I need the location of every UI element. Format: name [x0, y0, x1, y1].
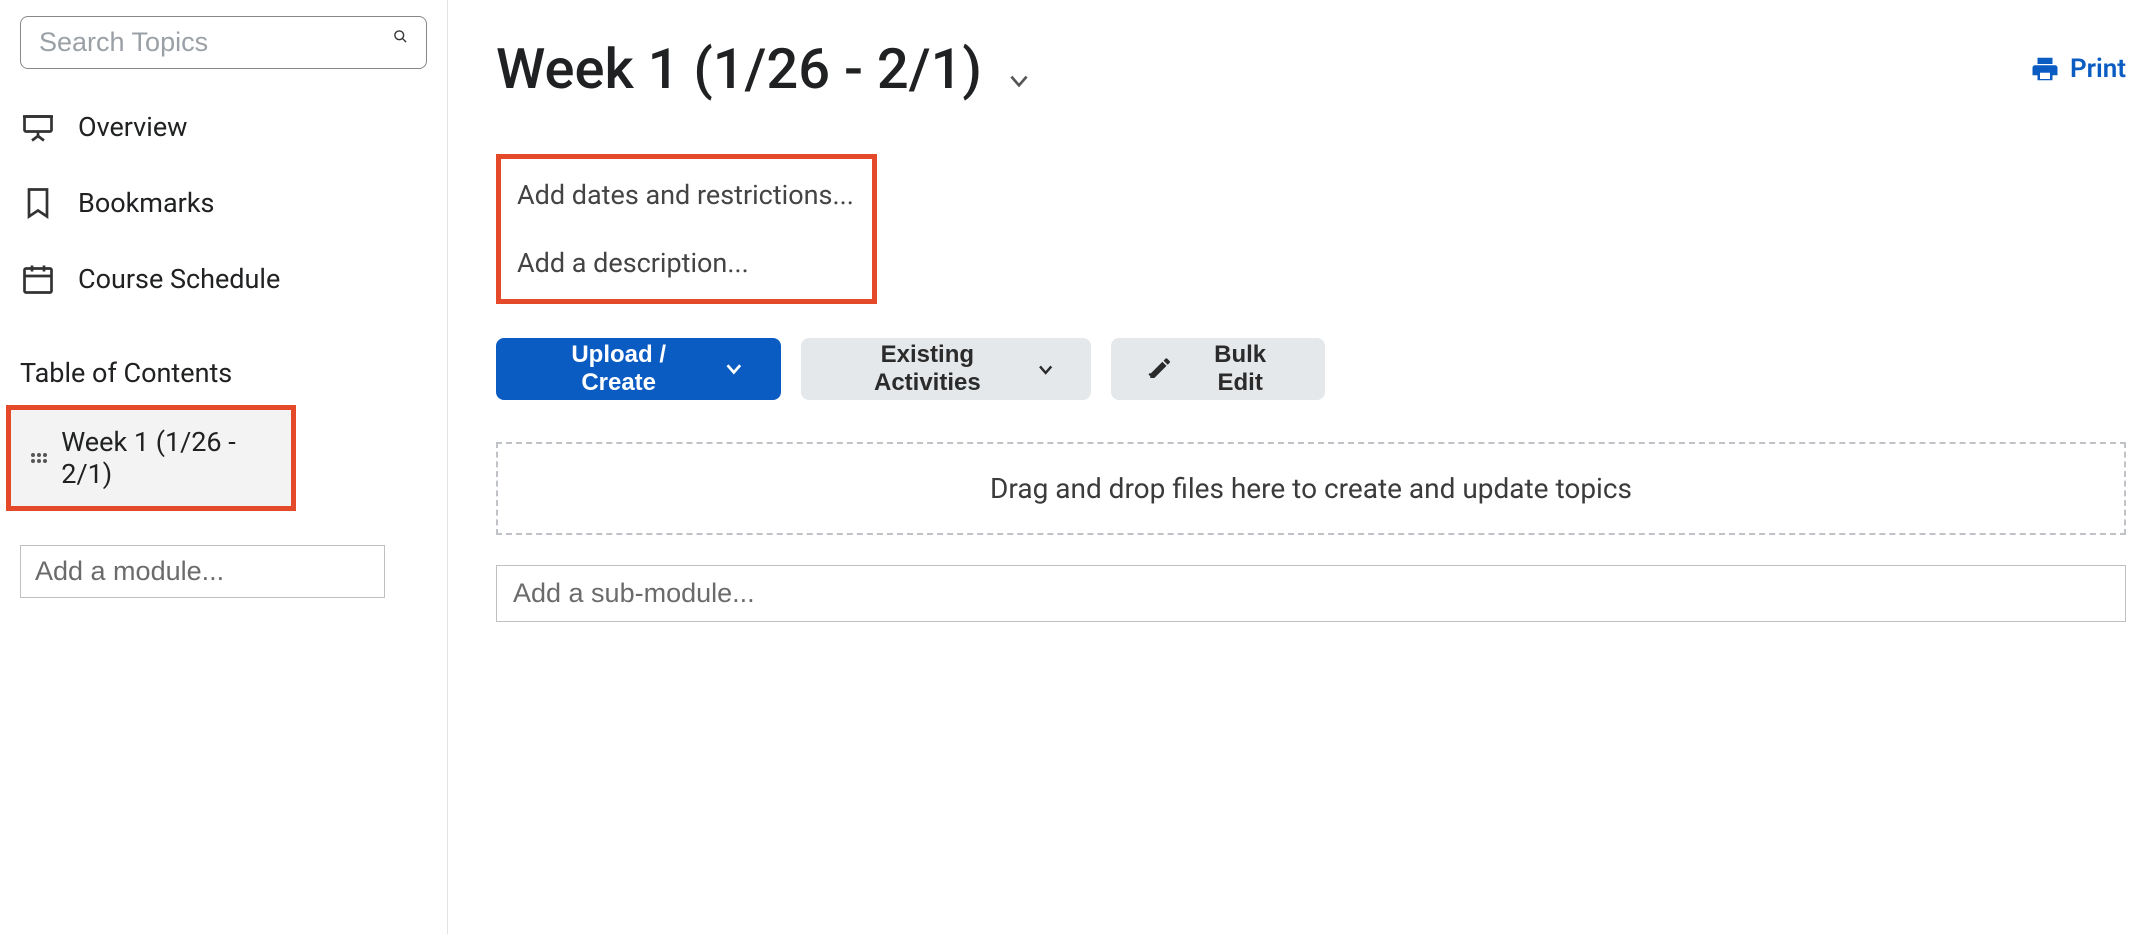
add-submodule-input[interactable] [496, 565, 2126, 622]
print-icon [2030, 54, 2060, 84]
nav-label: Course Schedule [78, 263, 280, 295]
add-dates-button[interactable]: Add dates and restrictions... [517, 179, 854, 211]
existing-activities-button[interactable]: Existing Activities [801, 338, 1091, 400]
chevron-down-icon [1036, 358, 1055, 380]
upload-create-button[interactable]: Upload / Create [496, 338, 781, 400]
page-title[interactable]: Week 1 (1/26 - 2/1) [496, 36, 982, 102]
button-label: Upload / Create [532, 341, 705, 397]
search-icon[interactable] [393, 29, 408, 57]
sidebar: Overview Bookmarks Course Schedule Table… [0, 0, 448, 934]
add-description-button[interactable]: Add a description... [517, 247, 854, 279]
chevron-down-icon [723, 358, 745, 380]
drag-handle-icon[interactable] [31, 453, 47, 463]
nav-label: Overview [78, 111, 187, 143]
add-module-input[interactable] [20, 545, 385, 598]
nav-label: Bookmarks [78, 187, 214, 219]
dates-description-box: Add dates and restrictions... Add a desc… [496, 154, 877, 304]
pencil-icon [1147, 355, 1173, 383]
nav-bookmarks[interactable]: Bookmarks [0, 165, 447, 241]
search-box[interactable] [20, 16, 427, 69]
button-label: Existing Activities [837, 341, 1018, 397]
presentation-icon [20, 109, 56, 145]
bulk-edit-button[interactable]: Bulk Edit [1111, 338, 1325, 400]
module-label: Week 1 (1/26 - 2/1) [61, 426, 271, 490]
bookmark-icon [20, 185, 56, 221]
toc-heading[interactable]: Table of Contents [0, 317, 447, 401]
calendar-icon [20, 261, 56, 297]
nav-overview[interactable]: Overview [0, 89, 447, 165]
print-label: Print [2070, 54, 2126, 84]
module-week1[interactable]: Week 1 (1/26 - 2/1) [6, 405, 296, 511]
drop-zone[interactable]: Drag and drop files here to create and u… [496, 442, 2126, 535]
chevron-down-icon[interactable] [1006, 68, 1032, 94]
nav-course-schedule[interactable]: Course Schedule [0, 241, 447, 317]
button-label: Bulk Edit [1191, 341, 1289, 397]
main-content: Week 1 (1/26 - 2/1) Print Add dates and … [448, 0, 2150, 934]
search-input[interactable] [39, 27, 393, 58]
print-button[interactable]: Print [2030, 54, 2126, 84]
